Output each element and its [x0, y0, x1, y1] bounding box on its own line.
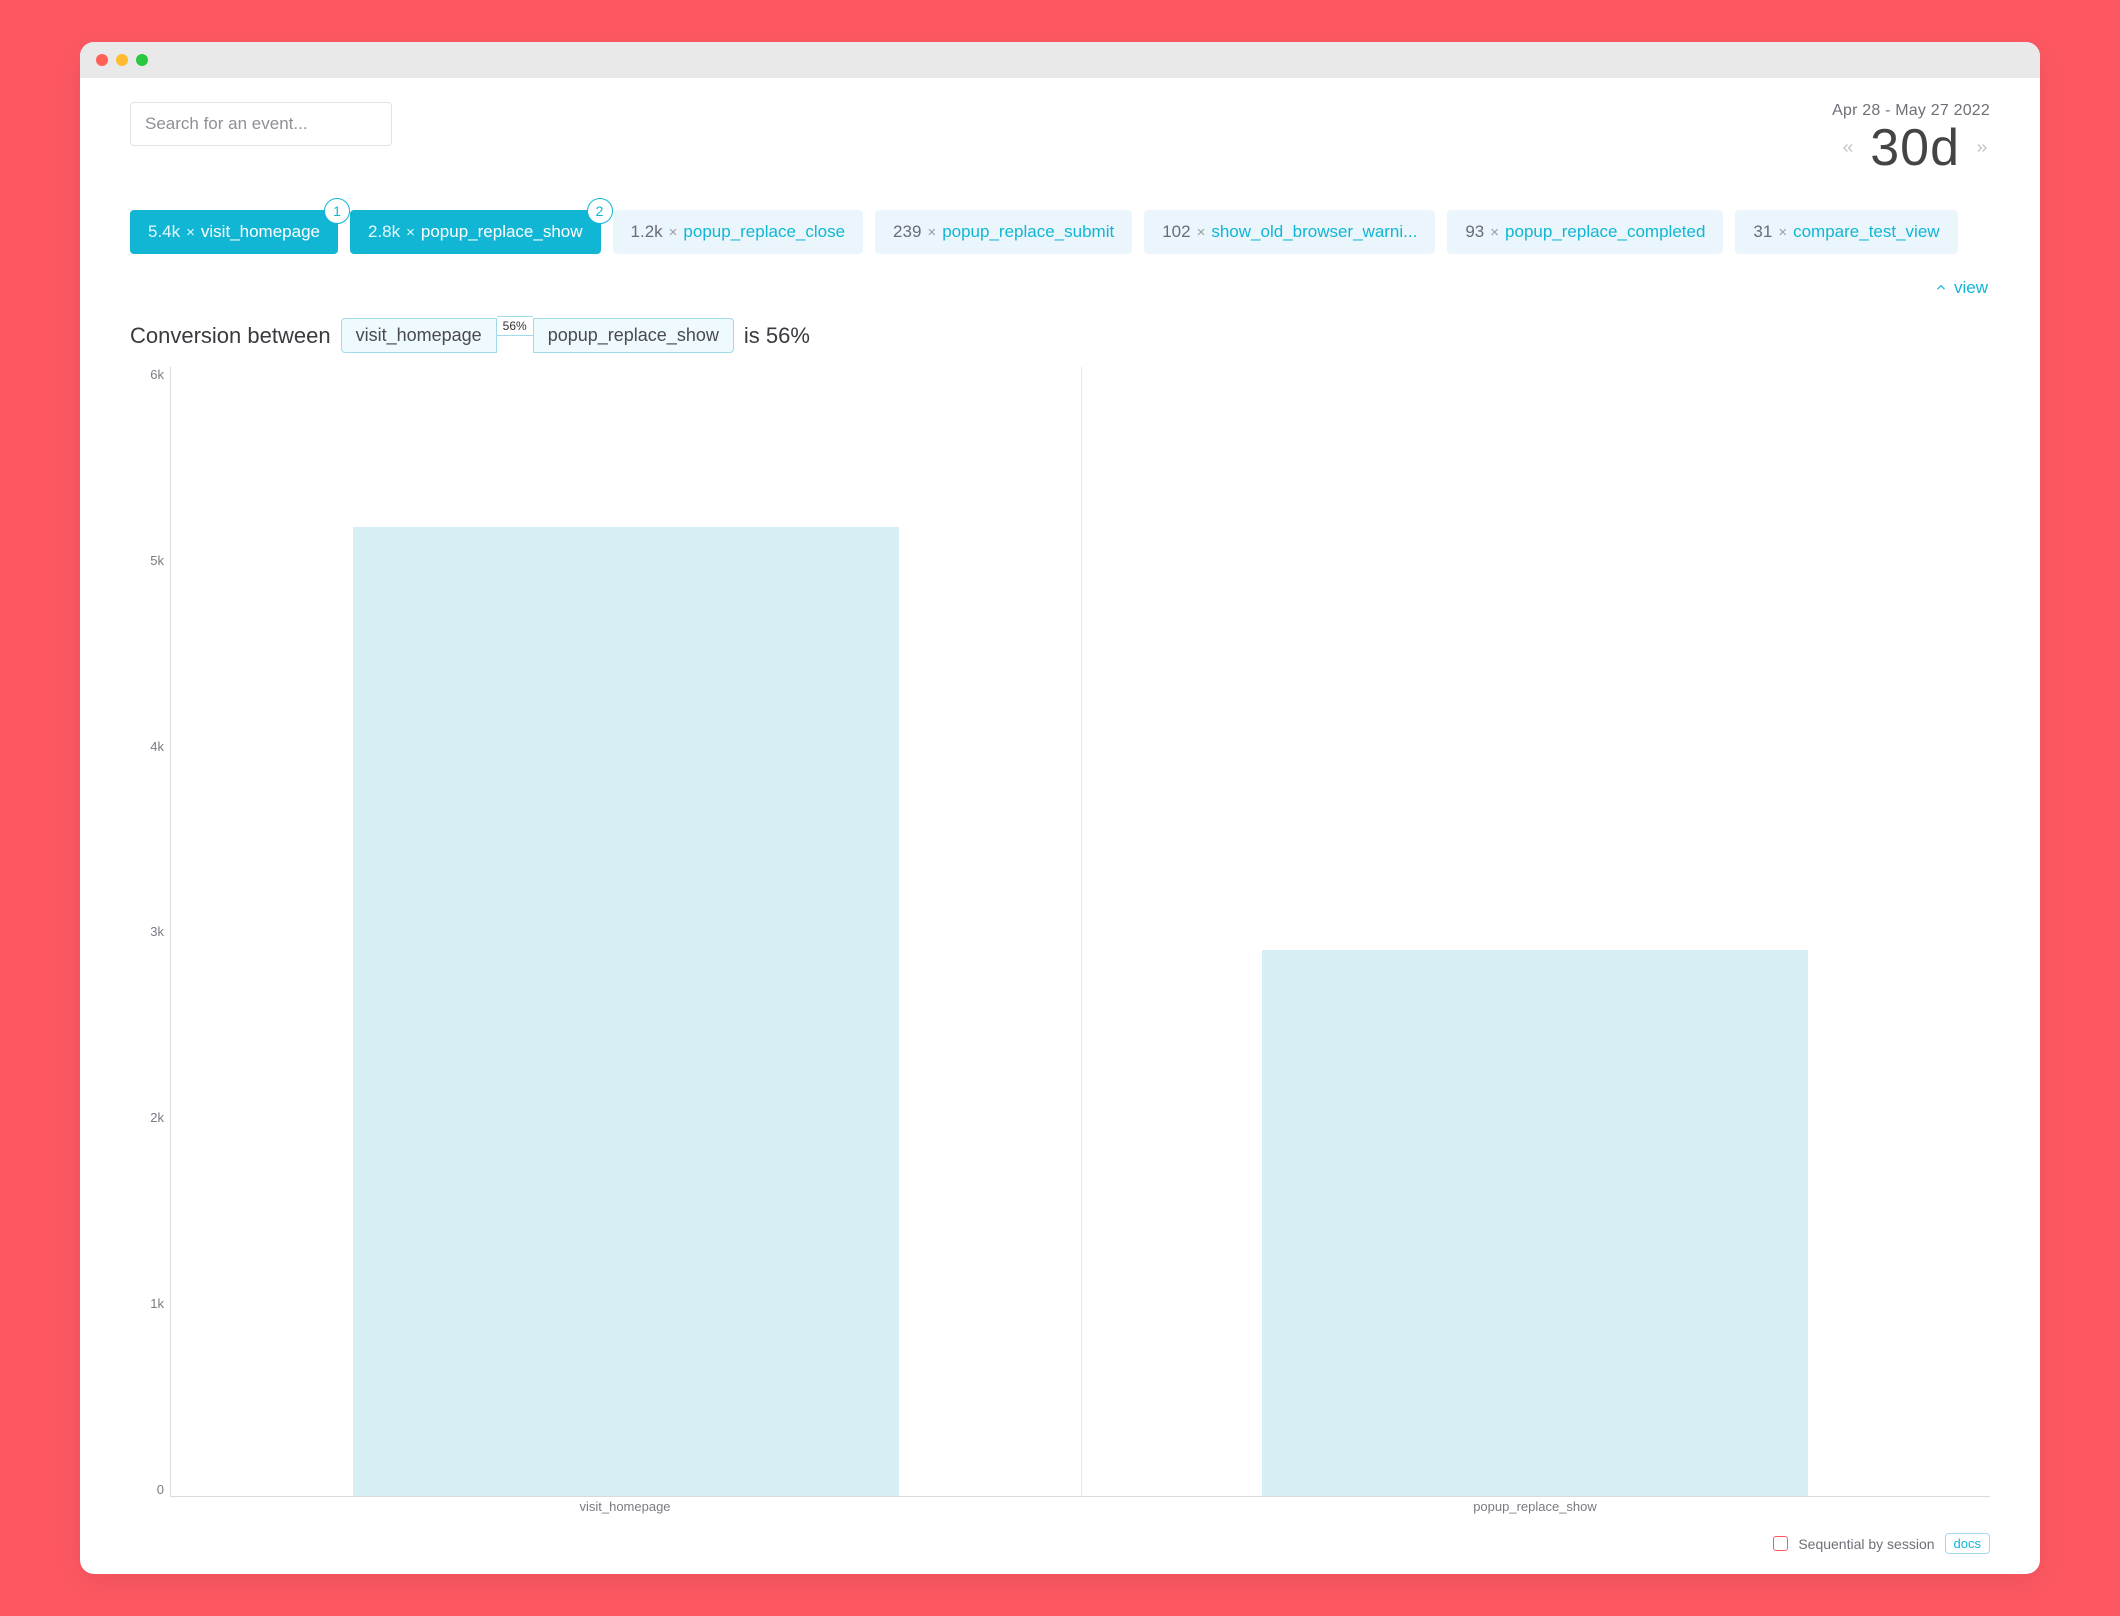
plot-area: visit_homepagepopup_replace_show	[170, 367, 1990, 1519]
conversion-sentence: Conversion between visit_homepage 56% po…	[130, 318, 1990, 353]
event-name: show_old_browser_warni...	[1211, 222, 1417, 242]
bars-container	[171, 367, 1990, 1496]
order-badge: 2	[587, 198, 613, 224]
event-chip-popup_replace_submit[interactable]: 239 × popup_replace_submit	[875, 210, 1132, 254]
event-name: popup_replace_completed	[1505, 222, 1705, 242]
period-label: 30d	[1870, 122, 1960, 174]
y-axis: 6k 5k 4k 3k 2k 1k 0	[130, 367, 170, 1519]
conversion-suffix: is 56%	[744, 323, 810, 349]
docs-button[interactable]: docs	[1945, 1533, 1990, 1554]
window-titlebar	[80, 42, 2040, 78]
bar-popup_replace_show	[1262, 950, 1808, 1496]
event-count: 1.2k	[631, 222, 663, 242]
event-name: compare_test_view	[1793, 222, 1939, 242]
period-box: Apr 28 - May 27 2022 30d	[1832, 102, 1990, 174]
times-x: ×	[927, 224, 936, 241]
view-link-label: view	[1954, 278, 1988, 298]
event-chip-list: 5.4k×visit_homepage12.8k×popup_replace_s…	[130, 210, 1990, 254]
y-tick: 0	[157, 1482, 164, 1497]
window-close-dot[interactable]	[96, 54, 108, 66]
times-x: ×	[186, 224, 195, 241]
event-count: 239	[893, 222, 921, 242]
event-chip-show_old_browser_warni...[interactable]: 102 × show_old_browser_warni...	[1144, 210, 1435, 254]
y-tick: 3k	[150, 924, 164, 939]
bar-slot	[1081, 367, 1991, 1496]
times-x: ×	[1197, 224, 1206, 241]
y-tick: 4k	[150, 739, 164, 754]
event-chip-popup_replace_completed[interactable]: 93 × popup_replace_completed	[1447, 210, 1723, 254]
times-x: ×	[1490, 224, 1499, 241]
period-next-icon[interactable]	[1974, 140, 1990, 156]
bar-visit_homepage	[353, 527, 899, 1496]
y-tick: 1k	[150, 1296, 164, 1311]
x-axis-labels: visit_homepagepopup_replace_show	[170, 1499, 1990, 1519]
x-label: visit_homepage	[170, 1499, 1080, 1519]
x-label: popup_replace_show	[1080, 1499, 1990, 1519]
event-count: 5.4k	[148, 222, 180, 242]
y-tick: 2k	[150, 1110, 164, 1125]
app-window: Apr 28 - May 27 2022 30d 5.4k × visit_home…	[80, 42, 2040, 1574]
window-max-dot[interactable]	[136, 54, 148, 66]
date-range-label: Apr 28 - May 27 2022	[1832, 102, 1990, 120]
event-name: popup_replace_close	[683, 222, 845, 242]
order-badge: 1	[324, 198, 350, 224]
event-chip-compare_test_view[interactable]: 31 × compare_test_view	[1735, 210, 1957, 254]
times-x: ×	[669, 224, 678, 241]
chart: 6k 5k 4k 3k 2k 1k 0 visit_homepagepopup_replac…	[130, 367, 1990, 1519]
sequential-checkbox[interactable]	[1773, 1536, 1788, 1551]
bar-slot	[171, 367, 1081, 1496]
conversion-prefix: Conversion between	[130, 323, 331, 349]
event-count: 102	[1162, 222, 1190, 242]
event-name: visit_homepage	[201, 222, 320, 242]
period-prev-icon[interactable]	[1840, 140, 1856, 156]
content-area: Apr 28 - May 27 2022 30d 5.4k × visit_home…	[80, 78, 2040, 1574]
conversion-mid-pct: 56%	[497, 316, 533, 336]
view-link[interactable]: view	[1934, 278, 1988, 298]
y-tick: 6k	[150, 367, 164, 382]
event-count: 31	[1753, 222, 1772, 242]
event-name: popup_replace_submit	[942, 222, 1114, 242]
footer-row: Sequential by session docs	[130, 1533, 1990, 1554]
event-chip-popup_replace_close[interactable]: 1.2k × popup_replace_close	[613, 210, 864, 254]
event-chip-visit_homepage[interactable]: 5.4k×visit_homepage1	[130, 210, 338, 254]
event-count: 93	[1465, 222, 1484, 242]
window-min-dot[interactable]	[116, 54, 128, 66]
y-tick: 5k	[150, 553, 164, 568]
event-count: 2.8k	[368, 222, 400, 242]
times-x: ×	[406, 224, 415, 241]
sequential-label: Sequential by session	[1798, 1536, 1934, 1552]
search-input[interactable]	[130, 102, 392, 146]
event-name: popup_replace_show	[421, 222, 583, 242]
event-chip-popup_replace_show[interactable]: 2.8k×popup_replace_show2	[350, 210, 601, 254]
conversion-from-pill[interactable]: visit_homepage	[341, 318, 497, 353]
conversion-to-pill[interactable]: popup_replace_show	[533, 318, 734, 353]
times-x: ×	[1778, 224, 1787, 241]
header-row: Apr 28 - May 27 2022 30d	[130, 102, 1990, 174]
